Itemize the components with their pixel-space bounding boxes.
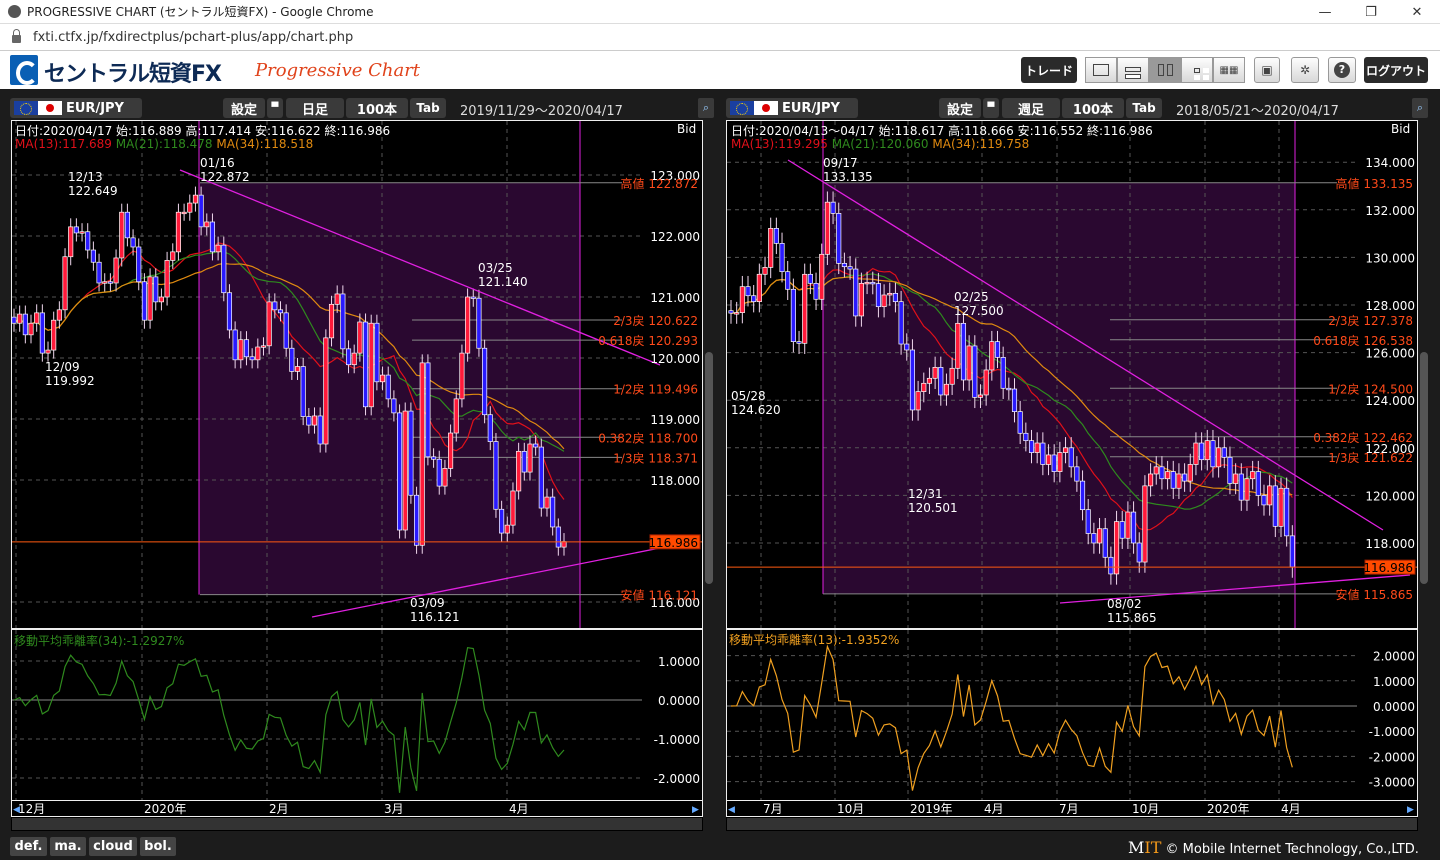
address-bar[interactable]: fxti.ctfx.jp/fxdirectplus/pchart-plus/ap… <box>0 24 1440 51</box>
chart2-ma-legend: MA(13):119.295 MA(21):120.060 MA(34):119… <box>731 137 1029 151</box>
chart2-indicator-label: 移動平均乖離率(13):-1.9352% <box>729 633 900 647</box>
chrome-icon <box>8 5 21 18</box>
ma13-label: MA(13):117.689 <box>15 137 112 151</box>
chart1-main-area[interactable] <box>11 120 703 629</box>
chart1-bars-button[interactable]: 100本 <box>346 98 408 118</box>
window-title: PROGRESSIVE CHART (セントラル短資FX) - Google C… <box>27 5 374 19</box>
ma34-label: MA(34):119.758 <box>932 137 1030 151</box>
chart1-vertical-scrollbar[interactable] <box>705 352 713 584</box>
zoom-icon[interactable]: ⌕ <box>1412 98 1428 118</box>
chart1-period-button[interactable]: 日足 <box>286 98 344 118</box>
ma21-label: MA(21):118.478 <box>115 137 213 151</box>
app-header: セントラル短資FX Progressive Chart トレード ▦▦ ▣ ✲ … <box>0 51 1440 89</box>
minimize-button[interactable]: — <box>1302 0 1348 24</box>
copyright-text: © Mobile Internet Technology, Co.,LTD. <box>1165 842 1419 857</box>
chart1-date-range: 2019/11/29〜2020/04/17 <box>460 104 623 119</box>
trade-button[interactable]: トレード <box>1021 57 1077 83</box>
jp-flag-icon <box>38 101 62 115</box>
chart2-time-axis[interactable] <box>726 800 1418 817</box>
chart2-date-range: 2018/05/21〜2020/04/17 <box>1176 104 1339 119</box>
chart2-vertical-scrollbar[interactable] <box>1420 352 1428 584</box>
chart2-settings-button[interactable]: 設定 <box>939 98 981 118</box>
layout-1-button[interactable] <box>1085 57 1117 83</box>
close-button[interactable]: ✕ <box>1394 0 1440 24</box>
layout-16-button[interactable]: ▦▦ <box>1213 57 1245 83</box>
ma-button[interactable]: ma. <box>50 837 86 856</box>
zoom-icon[interactable]: ⌕ <box>698 98 714 118</box>
chart2-toggle-icon[interactable]: ▀ <box>983 98 999 118</box>
layout-2h-button[interactable] <box>1117 57 1149 83</box>
chart2-horizontal-scrollbar[interactable] <box>726 817 1418 831</box>
bol-button[interactable]: bol. <box>140 837 176 856</box>
pair-label: EUR/JPY <box>66 100 124 116</box>
chart2-tab-button[interactable]: Tab <box>1126 98 1162 118</box>
chart1-header: EUR/JPY 設定 ▀ 日足 100本 Tab 2019/11/29〜2020… <box>10 98 715 119</box>
product-name: Progressive Chart <box>255 60 421 81</box>
ma13-label: MA(13):119.295 <box>731 137 828 151</box>
cloud-button[interactable]: cloud <box>89 837 137 856</box>
chart2-main-area[interactable] <box>726 120 1418 629</box>
chart1-horizontal-scrollbar[interactable] <box>11 817 703 831</box>
chart2-indicator-area[interactable] <box>726 629 1418 801</box>
chart2-bars-button[interactable]: 100本 <box>1062 98 1124 118</box>
lock-icon <box>12 29 21 43</box>
copyright: MIT © Mobile Internet Technology, Co.,LT… <box>1128 838 1419 857</box>
chart1-settings-button[interactable]: 設定 <box>223 98 265 118</box>
chart1-indicator-label: 移動平均乖離率(34):-1.2927% <box>14 634 185 648</box>
floppy-icon[interactable]: ▣ <box>1254 57 1280 83</box>
layout-4-button[interactable] <box>1181 57 1213 83</box>
layout-2v-button[interactable] <box>1149 57 1181 83</box>
gear-icon[interactable]: ✲ <box>1291 57 1319 83</box>
jp-flag-icon <box>754 101 778 115</box>
chart1-toggle-icon[interactable]: ▀ <box>267 98 283 118</box>
url-text[interactable]: fxti.ctfx.jp/fxdirectplus/pchart-plus/ap… <box>33 30 353 45</box>
eu-flag-icon <box>730 101 754 115</box>
mit-logo: MIT <box>1128 838 1162 857</box>
def-button[interactable]: def. <box>10 837 47 856</box>
chart1-tab-button[interactable]: Tab <box>410 98 446 118</box>
chart2-period-button[interactable]: 週足 <box>1002 98 1060 118</box>
ma34-label: MA(34):118.518 <box>216 137 314 151</box>
chart2-header: EUR/JPY 設定 ▀ 週足 100本 Tab 2018/05/21〜2020… <box>726 98 1431 119</box>
eu-flag-icon <box>14 101 38 115</box>
pair-label: EUR/JPY <box>782 100 840 116</box>
chart2-side: Bid <box>1391 122 1411 136</box>
chart1-indicator-area[interactable] <box>11 629 703 801</box>
chart1-side: Bid <box>677 122 697 136</box>
maximize-button[interactable]: ❐ <box>1348 0 1394 24</box>
chart1-time-axis[interactable] <box>11 800 703 817</box>
chart1-ma-legend: MA(13):117.689 MA(21):118.478 MA(34):118… <box>15 137 313 151</box>
logo-icon <box>10 55 38 85</box>
browser-titlebar: PROGRESSIVE CHART (セントラル短資FX) - Google C… <box>0 0 1440 24</box>
logout-button[interactable]: ログアウト <box>1364 57 1428 83</box>
logo: セントラル短資FX <box>44 62 222 87</box>
ma21-label: MA(21):120.060 <box>831 137 929 151</box>
help-icon[interactable]: ? <box>1328 57 1356 83</box>
